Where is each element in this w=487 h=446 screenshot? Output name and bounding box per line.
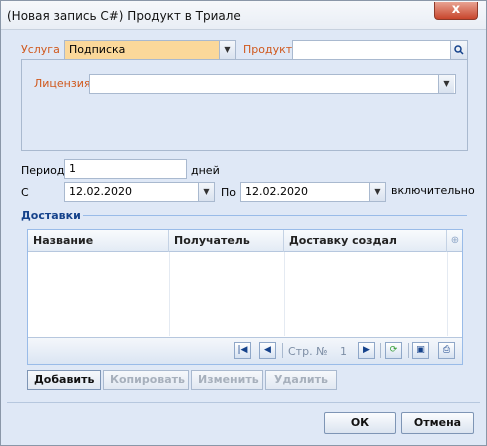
service-label: Услуга bbox=[21, 43, 60, 56]
grid-pager-toolbar: |◀ ◀ Стр. № 1 ▶ ⟳ ▣ ⎙ bbox=[28, 337, 462, 364]
first-page-button[interactable]: |◀ bbox=[234, 342, 251, 359]
period-unit: дней bbox=[191, 164, 220, 177]
column-header-name[interactable]: Название bbox=[28, 230, 169, 252]
dropdown-arrow-icon: ▼ bbox=[224, 45, 231, 54]
license-dropdown-button[interactable]: ▼ bbox=[438, 75, 454, 93]
grid-header: Название Получатель Доставку создал ⊕ bbox=[28, 230, 462, 252]
license-select[interactable] bbox=[89, 74, 456, 94]
section-divider bbox=[83, 215, 467, 216]
to-date-field[interactable]: 12.02.2020 bbox=[240, 182, 386, 202]
copy-delivery-button[interactable]: Копировать bbox=[103, 370, 189, 390]
edit-delivery-button[interactable]: Изменить bbox=[191, 370, 263, 390]
title-bar[interactable]: (Новая запись C#) Продукт в Триале x bbox=[1, 1, 486, 30]
cancel-button[interactable]: Отмена bbox=[401, 412, 474, 434]
inclusive-label: включительно bbox=[391, 184, 475, 197]
toolbar-separator bbox=[282, 343, 283, 358]
period-value: 1 bbox=[69, 162, 76, 175]
column-divider bbox=[284, 252, 285, 336]
page-label: Стр. № bbox=[288, 345, 328, 358]
license-group: Лицензия ▼ bbox=[21, 59, 468, 151]
page-number: 1 bbox=[340, 345, 347, 358]
from-date-field[interactable]: 12.02.2020 bbox=[64, 182, 215, 202]
save-button[interactable]: ▣ bbox=[412, 342, 429, 359]
period-input[interactable]: 1 bbox=[64, 159, 187, 179]
service-select[interactable]: Подписка bbox=[64, 40, 236, 60]
next-page-button[interactable]: ▶ bbox=[358, 342, 375, 359]
column-header-recipient[interactable]: Получатель bbox=[169, 230, 284, 252]
toolbar-separator bbox=[408, 343, 409, 358]
prev-page-icon: ◀ bbox=[264, 345, 271, 355]
ok-button[interactable]: ОК bbox=[324, 412, 396, 434]
dropdown-arrow-icon: ▼ bbox=[374, 187, 381, 196]
column-divider bbox=[447, 252, 448, 336]
prev-page-button[interactable]: ◀ bbox=[259, 342, 276, 359]
next-page-icon: ▶ bbox=[363, 345, 370, 355]
dialog-window: (Новая запись C#) Продукт в Триале x Усл… bbox=[0, 0, 487, 446]
toolbar-separator bbox=[380, 343, 381, 358]
print-button[interactable]: ⎙ bbox=[438, 342, 455, 359]
delete-delivery-button[interactable]: Удалить bbox=[265, 370, 337, 390]
to-date-value: 12.02.2020 bbox=[245, 185, 308, 198]
column-divider bbox=[169, 252, 170, 336]
column-settings-icon[interactable]: ⊕ bbox=[448, 233, 462, 249]
product-label: Продукт bbox=[243, 43, 293, 56]
service-value: Подписка bbox=[69, 43, 126, 56]
to-label: По bbox=[221, 186, 237, 199]
from-date-value: 12.02.2020 bbox=[69, 185, 132, 198]
close-icon: x bbox=[451, 2, 461, 17]
to-date-picker-button[interactable]: ▼ bbox=[369, 183, 385, 201]
product-search-button[interactable] bbox=[450, 41, 467, 59]
print-icon: ⎙ bbox=[442, 345, 451, 355]
deliveries-section-title: Доставки bbox=[21, 209, 81, 222]
dropdown-arrow-icon: ▼ bbox=[443, 79, 450, 88]
service-dropdown-button[interactable]: ▼ bbox=[219, 41, 235, 59]
deliveries-grid: Название Получатель Доставку создал ⊕ |◀… bbox=[27, 229, 463, 365]
product-field[interactable] bbox=[292, 40, 468, 60]
window-title: (Новая запись C#) Продукт в Триале bbox=[7, 9, 241, 23]
first-page-icon: |◀ bbox=[237, 345, 248, 355]
from-label: С bbox=[21, 186, 29, 199]
refresh-button[interactable]: ⟳ bbox=[385, 342, 402, 359]
add-delivery-button[interactable]: Добавить bbox=[27, 370, 101, 390]
dialog-body: Услуга Подписка ▼ Продукт Лицензия ▼ Пер… bbox=[7, 31, 480, 439]
search-icon bbox=[454, 45, 464, 55]
column-header-created-by[interactable]: Доставку создал bbox=[284, 230, 447, 252]
save-icon: ▣ bbox=[416, 345, 425, 355]
dropdown-arrow-icon: ▼ bbox=[203, 187, 210, 196]
refresh-icon: ⟳ bbox=[389, 345, 398, 355]
dialog-footer: ОК Отмена bbox=[7, 402, 480, 439]
close-button[interactable]: x bbox=[434, 2, 478, 20]
license-label: Лицензия bbox=[34, 77, 91, 90]
from-date-picker-button[interactable]: ▼ bbox=[198, 183, 214, 201]
period-label: Период bbox=[21, 164, 65, 177]
